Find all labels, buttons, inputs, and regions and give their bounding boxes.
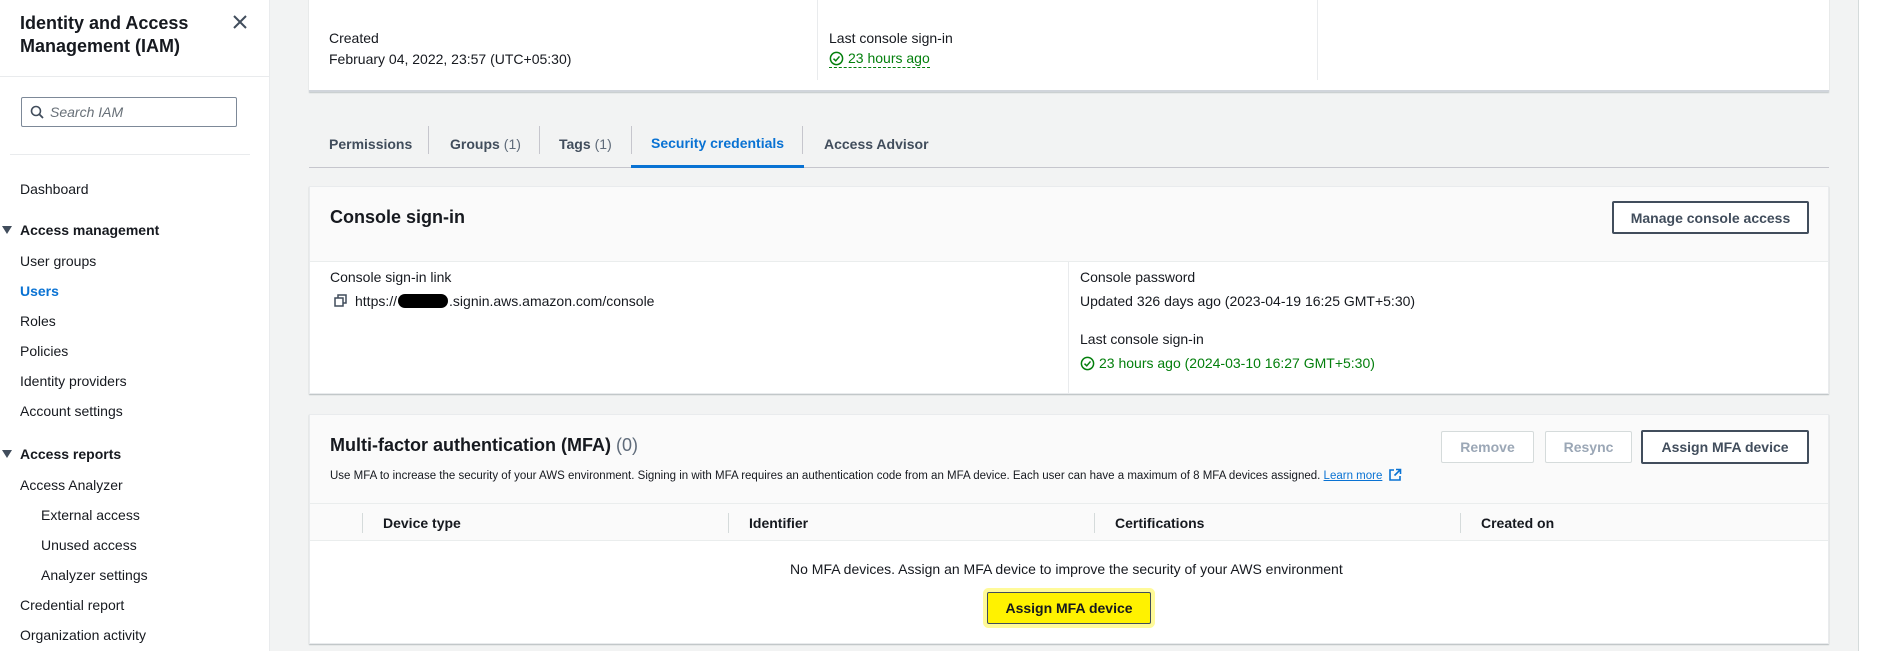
panel-header: Console sign-in Manage console access bbox=[310, 187, 1828, 262]
sidebar-item-roles[interactable]: Roles bbox=[20, 313, 56, 329]
resync-button[interactable]: Resync bbox=[1545, 431, 1632, 463]
close-icon[interactable] bbox=[230, 12, 250, 32]
created-label: Created bbox=[329, 30, 379, 46]
sidebar-item-organization-activity[interactable]: Organization activity bbox=[20, 627, 146, 643]
column-separator bbox=[1094, 513, 1095, 533]
mfa-description: Use MFA to increase the security of your… bbox=[330, 468, 1402, 482]
last-signin-value[interactable]: 23 hours ago bbox=[829, 50, 930, 68]
external-link-icon[interactable] bbox=[1388, 468, 1402, 482]
column-identifier[interactable]: Identifier bbox=[749, 504, 808, 542]
sidebar-item-access-analyzer[interactable]: Access Analyzer bbox=[20, 477, 123, 493]
last-signin-text: 23 hours ago bbox=[848, 50, 930, 66]
sidebar-item-analyzer-settings[interactable]: Analyzer settings bbox=[41, 567, 148, 583]
panel-header: Multi-factor authentication (MFA) (0) Re… bbox=[310, 415, 1828, 503]
tab-permissions[interactable]: Permissions bbox=[329, 120, 412, 168]
last-signin-label: Last console sign-in bbox=[1080, 331, 1204, 347]
link-prefix: https:// bbox=[355, 293, 398, 309]
sidebar-item-users[interactable]: Users bbox=[20, 283, 59, 299]
column-certifications[interactable]: Certifications bbox=[1115, 504, 1204, 542]
column-device-type[interactable]: Device type bbox=[383, 504, 461, 542]
tab-separator bbox=[631, 126, 632, 154]
console-signin-title: Console sign-in bbox=[330, 207, 465, 227]
signin-link-label: Console sign-in link bbox=[330, 269, 452, 285]
column-divider bbox=[1068, 262, 1069, 394]
caret-down-icon bbox=[2, 226, 12, 234]
user-summary-panel: Created February 04, 2022, 23:57 (UTC+05… bbox=[309, 0, 1829, 92]
section-label: Access reports bbox=[20, 446, 122, 462]
sidebar-item-external-access[interactable]: External access bbox=[41, 507, 140, 523]
link-suffix: .signin.aws.amazon.com/console bbox=[449, 293, 655, 309]
column-separator bbox=[728, 513, 729, 533]
table-header: Device type Identifier Certifications Cr… bbox=[310, 503, 1828, 541]
mfa-title: Multi-factor authentication (MFA) (0) bbox=[330, 435, 638, 455]
created-value: February 04, 2022, 23:57 (UTC+05:30) bbox=[329, 51, 572, 67]
tab-bar: Permissions Groups (1) Tags (1) Security c… bbox=[309, 120, 1829, 168]
tab-separator bbox=[539, 126, 540, 154]
sidebar-section-access-management[interactable]: Access management bbox=[2, 222, 159, 238]
last-signin-value: 23 hours ago (2024-03-10 16:27 GMT+5:30) bbox=[1080, 355, 1375, 371]
check-circle-icon bbox=[1080, 356, 1095, 370]
sidebar-nav: Identity and Access Management (IAM) Das… bbox=[0, 0, 270, 651]
check-circle-icon bbox=[829, 51, 844, 65]
tab-separator bbox=[428, 126, 429, 154]
sidebar-item-credential-report[interactable]: Credential report bbox=[20, 597, 124, 613]
manage-console-access-button[interactable]: Manage console access bbox=[1612, 201, 1809, 234]
section-label: Access management bbox=[20, 222, 160, 238]
last-signin-text: 23 hours ago (2024-03-10 16:27 GMT+5:30) bbox=[1099, 355, 1375, 371]
search-icon bbox=[30, 105, 44, 119]
column-divider bbox=[1317, 0, 1318, 80]
mfa-panel: Multi-factor authentication (MFA) (0) Re… bbox=[309, 414, 1829, 644]
last-signin-label: Last console sign-in bbox=[829, 30, 953, 46]
tab-separator bbox=[802, 126, 803, 154]
copy-icon[interactable] bbox=[334, 294, 348, 308]
sidebar-item-policies[interactable]: Policies bbox=[20, 343, 68, 359]
search-input[interactable] bbox=[50, 104, 220, 120]
tab-tags[interactable]: Tags (1) bbox=[559, 120, 612, 168]
column-separator bbox=[1460, 513, 1461, 533]
tab-groups[interactable]: Groups (1) bbox=[450, 120, 521, 168]
sidebar-section-access-reports[interactable]: Access reports bbox=[2, 446, 121, 462]
sidebar-item-identity-providers[interactable]: Identity providers bbox=[20, 373, 127, 389]
right-utility-strip bbox=[1858, 0, 1885, 651]
assign-mfa-device-empty-button[interactable]: Assign MFA device bbox=[987, 592, 1151, 624]
tab-security-credentials[interactable]: Security credentials bbox=[631, 120, 805, 168]
column-created-on[interactable]: Created on bbox=[1481, 504, 1554, 542]
sidebar-item-user-groups[interactable]: User groups bbox=[20, 253, 96, 269]
column-divider bbox=[817, 0, 818, 80]
learn-more-link[interactable]: Learn more bbox=[1324, 470, 1383, 482]
column-separator bbox=[362, 513, 363, 533]
redaction-mark bbox=[398, 294, 449, 308]
sidebar-item-account-settings[interactable]: Account settings bbox=[20, 403, 123, 419]
console-password-value: Updated 326 days ago (2023-04-19 16:25 G… bbox=[1080, 293, 1416, 309]
tab-access-advisor[interactable]: Access Advisor bbox=[824, 120, 929, 168]
assign-mfa-device-button[interactable]: Assign MFA device bbox=[1641, 430, 1809, 464]
console-signin-panel: Console sign-in Manage console access Co… bbox=[309, 186, 1829, 394]
signin-link-value[interactable]: https:// .signin.aws.amazon.com/console bbox=[334, 293, 654, 309]
sidebar-item-dashboard[interactable]: Dashboard bbox=[20, 181, 89, 197]
remove-button[interactable]: Remove bbox=[1441, 431, 1534, 463]
empty-state-message: No MFA devices. Assign an MFA device to … bbox=[790, 561, 1343, 577]
caret-down-icon bbox=[2, 450, 12, 458]
divider bbox=[0, 76, 270, 77]
sidebar-title: Identity and Access Management (IAM) bbox=[20, 13, 189, 56]
search-box[interactable] bbox=[21, 97, 237, 127]
sidebar-item-unused-access[interactable]: Unused access bbox=[41, 537, 137, 553]
console-password-label: Console password bbox=[1080, 269, 1196, 285]
divider bbox=[10, 154, 250, 155]
